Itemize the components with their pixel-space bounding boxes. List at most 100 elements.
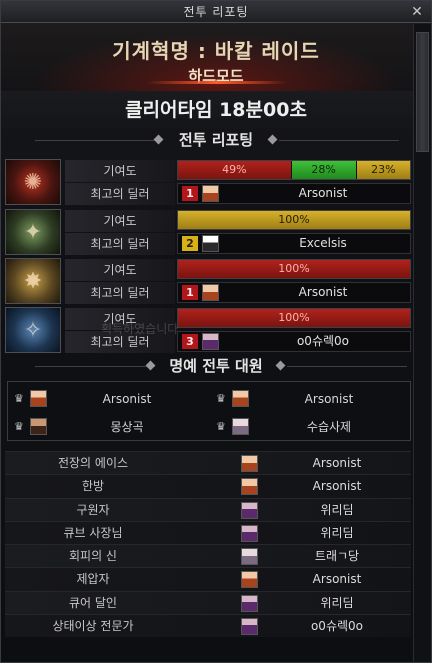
honor-member-name: Arsonist xyxy=(102,392,152,406)
rank-badge-icon: 3 xyxy=(182,334,198,349)
crown-icon: ♛ xyxy=(216,392,226,405)
character-avatar xyxy=(232,418,249,435)
character-avatar xyxy=(30,390,47,407)
boss-glyph: ✺ xyxy=(23,170,43,195)
top-dealer-box[interactable]: 3 o0슈렉0o xyxy=(177,331,411,352)
award-row[interactable]: 상태이상 전문가 o0슈렉0o xyxy=(5,614,411,638)
honor-member[interactable]: ♛ 수습사제 xyxy=(210,414,410,440)
raid-title: 기계혁명 : 바칼 레이드 xyxy=(112,39,320,63)
award-recipient-name: 트래ㄱ당 xyxy=(314,549,360,564)
character-avatar xyxy=(202,284,219,301)
contribution-bar: 100% xyxy=(177,259,411,279)
character-avatar xyxy=(241,618,258,636)
contribution-segment: 49% xyxy=(178,161,292,179)
crown-icon: ♛ xyxy=(216,420,226,433)
top-dealer-name: o0슈렉0o xyxy=(296,334,350,348)
award-list: 전장의 에이스 Arsonist 한방 Arsonist 구원자 위리딤 큐브 … xyxy=(5,451,411,638)
scrollbar[interactable] xyxy=(413,24,431,662)
mode-glow-divider xyxy=(147,81,287,84)
diamond-icon xyxy=(267,134,278,145)
divider-line-right xyxy=(287,366,407,367)
divider-line-right xyxy=(279,140,399,141)
character-avatar xyxy=(202,333,219,350)
contribution-label: 기여도 xyxy=(65,210,175,232)
contribution-segment: 100% xyxy=(178,260,410,278)
overlay-notice: 획득하였습니다 xyxy=(101,322,179,336)
scroll-thumb[interactable] xyxy=(416,32,429,152)
honor-section-header: 명예 전투 대원 xyxy=(1,355,431,377)
contribution-segment: 23% xyxy=(356,161,410,179)
top-dealer-box[interactable]: 1 Arsonist xyxy=(177,183,411,204)
top-dealer-box[interactable]: 2 Excelsis xyxy=(177,233,411,254)
crown-icon: ♛ xyxy=(14,420,24,433)
character-avatar xyxy=(241,548,258,566)
award-title: 큐브 사장님 xyxy=(63,525,123,540)
character-avatar xyxy=(241,524,258,542)
contribution-segment: 28% xyxy=(291,161,357,179)
boss-glyph: ✸ xyxy=(23,269,43,294)
top-dealer-name: Arsonist xyxy=(298,186,348,200)
rank-badge-icon: 1 xyxy=(182,186,198,201)
award-row[interactable]: 큐브 사장님 위리딤 xyxy=(5,520,411,545)
character-avatar xyxy=(241,478,258,496)
diamond-icon xyxy=(145,360,156,371)
contribution-bar: 49% 28% 23% xyxy=(177,160,411,180)
crown-icon: ♛ xyxy=(14,392,24,405)
boss-glyph: ✦ xyxy=(23,220,43,245)
character-avatar xyxy=(241,501,258,519)
raid-header: 기계혁명 : 바칼 레이드 하드모드 xyxy=(1,23,431,91)
contribution-segment: 100% xyxy=(178,211,410,229)
award-title: 한방 xyxy=(81,479,105,494)
award-recipient-name: Arsonist xyxy=(312,479,362,494)
award-row[interactable]: 제압자 Arsonist xyxy=(5,567,411,591)
boss-row: ✧ 기여도 최고의 딜러 100% 3 o0슈렉0o xyxy=(5,307,411,355)
award-title: 상태이상 전문가 xyxy=(52,619,134,634)
boss-red-icon[interactable]: ✺ xyxy=(5,159,61,205)
top-dealer-label: 최고의 딜러 xyxy=(65,183,175,205)
honor-member[interactable]: ♛ 몽상곡 xyxy=(8,414,208,440)
contribution-segment: 100% xyxy=(178,309,410,327)
character-avatar xyxy=(202,235,219,252)
award-recipient-name: Arsonist xyxy=(312,572,362,587)
award-recipient-name: o0슈렉0o xyxy=(310,619,364,634)
boss-row: ✦ 기여도 최고의 딜러 100% 2 Excelsis xyxy=(5,209,411,257)
top-dealer-box[interactable]: 1 Arsonist xyxy=(177,282,411,303)
boss-gold-icon[interactable]: ✸ xyxy=(5,258,61,304)
award-recipient-name: 위리딤 xyxy=(320,525,354,540)
boss-row: ✺ 기여도 최고의 딜러 49% 28% 23% 1 Arsonist xyxy=(5,159,411,207)
battle-section-header: 전투 리포팅 xyxy=(1,129,431,151)
honor-member[interactable]: ♛ Arsonist xyxy=(210,386,410,412)
character-avatar xyxy=(202,185,219,202)
contribution-bar: 100% xyxy=(177,210,411,230)
boss-green-icon[interactable]: ✦ xyxy=(5,209,61,255)
top-dealer-name: Excelsis xyxy=(299,236,347,250)
battle-section-title: 전투 리포팅 xyxy=(178,131,254,149)
award-row[interactable]: 구원자 위리딤 xyxy=(5,497,411,521)
character-avatar xyxy=(241,594,258,612)
divider-line-left xyxy=(35,366,155,367)
close-icon[interactable]: ✕ xyxy=(409,4,425,20)
honor-member-name: 몽상곡 xyxy=(110,420,144,434)
award-title: 전장의 에이스 xyxy=(57,456,129,470)
top-dealer-label: 최고의 딜러 xyxy=(65,233,175,255)
clear-time: 클리어타임 18분00초 xyxy=(1,91,431,129)
award-title: 큐어 달인 xyxy=(69,595,117,610)
title-bar[interactable]: 전투 리포팅 ✕ xyxy=(1,1,431,23)
rank-badge-icon: 2 xyxy=(182,236,198,251)
honor-member-name: Arsonist xyxy=(304,392,354,406)
boss-row: ✸ 기여도 최고의 딜러 100% 1 Arsonist xyxy=(5,258,411,306)
award-row[interactable]: 큐어 달인 위리딤 xyxy=(5,590,411,615)
character-avatar xyxy=(241,571,258,589)
top-dealer-label: 최고의 딜러 xyxy=(65,282,175,304)
contribution-bar: 100% xyxy=(177,308,411,328)
award-row[interactable]: 회피의 신 트래ㄱ당 xyxy=(5,544,411,568)
honor-member[interactable]: ♛ Arsonist xyxy=(8,386,208,412)
top-dealer-name: Arsonist xyxy=(298,285,348,299)
award-title: 제압자 xyxy=(76,572,110,587)
battle-report-window: 전투 리포팅 ✕ 기계혁명 : 바칼 레이드 하드모드 클리어타임 18분00초… xyxy=(0,0,432,663)
award-row[interactable]: 한방 Arsonist xyxy=(5,474,411,498)
rank-badge-icon: 1 xyxy=(182,285,198,300)
award-row[interactable]: 전장의 에이스 Arsonist xyxy=(5,451,411,475)
boss-blue-icon[interactable]: ✧ xyxy=(5,307,61,353)
honor-member-name: 수습사제 xyxy=(306,420,352,434)
